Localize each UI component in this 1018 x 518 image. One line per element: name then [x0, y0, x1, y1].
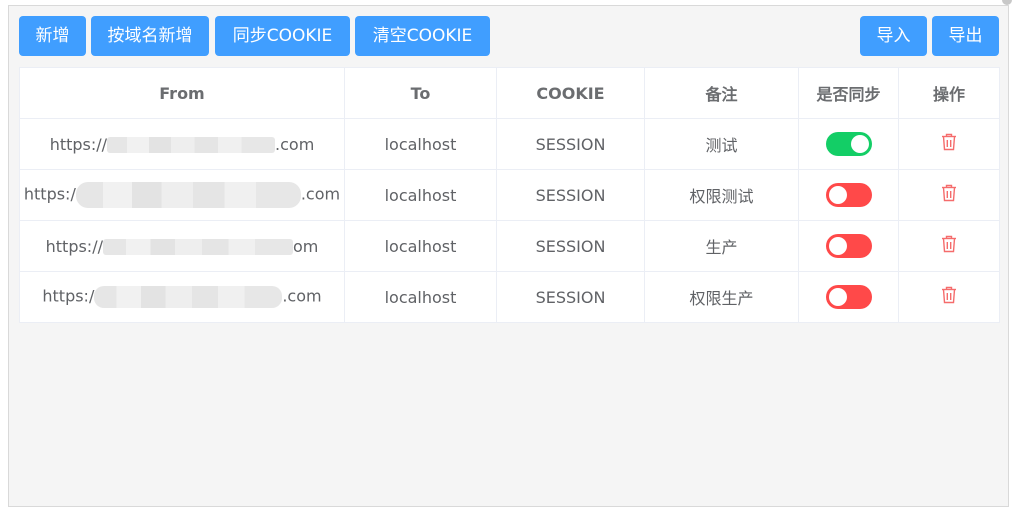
table-row: https:// om localhost SESSION 生产 [19, 220, 1000, 272]
from-url-suffix: .com [275, 134, 315, 154]
sync-toggle[interactable] [825, 132, 872, 156]
cookie-cell: SESSION [496, 169, 645, 221]
note-cell: 测试 [644, 118, 799, 170]
note-cell: 权限测试 [644, 169, 799, 221]
sync-cell [798, 220, 899, 272]
toggle-knob [828, 288, 847, 306]
add-by-domain-button[interactable]: 按域名新增 [91, 16, 209, 56]
actions-cell [898, 271, 1000, 323]
toggle-knob [850, 135, 869, 153]
actions-cell [898, 220, 1000, 272]
toolbar: 新增 按域名新增 同步COOKIE 清空COOKIE 导入 导出 [19, 16, 999, 56]
from-url-suffix: .com [300, 184, 341, 204]
redacted-domain [75, 182, 301, 208]
trash-icon[interactable] [940, 285, 958, 309]
actions-cell [898, 169, 1000, 221]
to-cell: localhost [344, 271, 497, 323]
sync-toggle[interactable] [825, 234, 872, 258]
note-cell: 权限生产 [644, 271, 799, 323]
scrollbar-thumb[interactable] [1002, 0, 1012, 5]
trash-icon[interactable] [940, 234, 958, 258]
column-header-to: To [344, 67, 497, 119]
column-header-cookie: COOKIE [496, 67, 645, 119]
from-url-prefix: https:/ [23, 184, 76, 204]
clear-cookie-button[interactable]: 清空COOKIE [355, 16, 490, 56]
sync-cell [798, 118, 899, 170]
from-url-suffix: .com [282, 286, 322, 306]
toggle-knob [828, 186, 847, 204]
export-button[interactable]: 导出 [932, 16, 999, 56]
from-url-prefix: https:/ [42, 286, 95, 306]
from-cell: https:// om [19, 220, 345, 272]
cookie-cell: SESSION [496, 220, 645, 272]
from-cell: https:// .com [19, 118, 345, 170]
cookie-table: From To COOKIE 备注 是否同步 操作 https:// .com l… [19, 67, 1000, 323]
sync-cookie-button[interactable]: 同步COOKIE [215, 16, 350, 56]
from-url-prefix: https:// [45, 236, 103, 256]
redacted-domain [107, 137, 276, 153]
table-row: https:// .com localhost SESSION 测试 [19, 118, 1000, 170]
cookie-cell: SESSION [496, 271, 645, 323]
table-row: https:/ .com localhost SESSION 权限生产 [19, 271, 1000, 323]
from-url-suffix: om [292, 236, 319, 256]
table-header-row: From To COOKIE 备注 是否同步 操作 [19, 67, 1000, 119]
import-button[interactable]: 导入 [860, 16, 927, 56]
sync-toggle[interactable] [825, 183, 872, 207]
cookie-sync-panel: 新增 按域名新增 同步COOKIE 清空COOKIE 导入 导出 From To… [8, 5, 1009, 507]
cookie-cell: SESSION [496, 118, 645, 170]
sync-cell [798, 169, 899, 221]
table-row: https:/ .com localhost SESSION 权限测试 [19, 169, 1000, 221]
redacted-domain [102, 239, 293, 255]
from-cell: https:/ .com [19, 169, 345, 221]
trash-icon[interactable] [940, 132, 958, 156]
column-header-from: From [19, 67, 345, 119]
to-cell: localhost [344, 169, 497, 221]
redacted-domain [94, 286, 283, 308]
column-header-sync: 是否同步 [798, 67, 899, 119]
column-header-note: 备注 [644, 67, 799, 119]
column-header-actions: 操作 [898, 67, 1000, 119]
sync-cell [798, 271, 899, 323]
sync-toggle[interactable] [825, 285, 872, 309]
toggle-knob [828, 237, 847, 255]
actions-cell [898, 118, 1000, 170]
to-cell: localhost [344, 220, 497, 272]
from-url-prefix: https:// [49, 134, 108, 154]
to-cell: localhost [344, 118, 497, 170]
trash-icon[interactable] [940, 183, 958, 207]
note-cell: 生产 [644, 220, 799, 272]
from-cell: https:/ .com [19, 271, 345, 323]
add-button[interactable]: 新增 [19, 16, 86, 56]
